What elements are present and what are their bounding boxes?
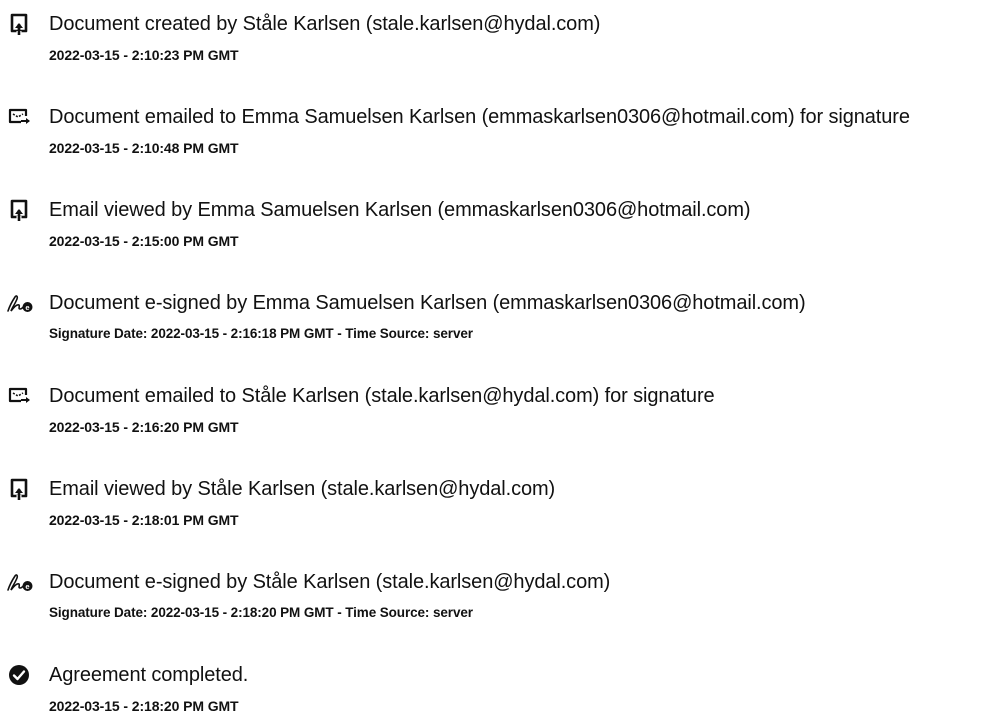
event-title: Email viewed by Emma Samuelsen Karlsen (… [49, 199, 751, 221]
event-signature-date: Signature Date: 2022-03-15 - 2:16:18 PM … [49, 326, 473, 341]
event-timestamp: 2022-03-15 - 2:18:20 PM GMT [49, 698, 239, 714]
audit-event: Email viewed by Emma Samuelsen Karlsen (… [0, 196, 991, 256]
event-title: Document created by Ståle Karlsen (stale… [49, 13, 601, 35]
audit-event: Document emailed to Ståle Karlsen (stale… [0, 382, 991, 442]
email-viewed-icon [4, 475, 34, 503]
svg-text:e: e [25, 303, 29, 312]
audit-event: Agreement completed. 2022-03-15 - 2:18:2… [0, 661, 991, 721]
audit-event: e Document e-signed by Emma Samuelsen Ka… [0, 289, 991, 349]
email-viewed-icon [4, 196, 34, 224]
event-timestamp: 2022-03-15 - 2:10:48 PM GMT [49, 140, 239, 156]
email-sent-icon [4, 382, 34, 410]
event-timestamp: 2022-03-15 - 2:15:00 PM GMT [49, 233, 239, 249]
e-signature-icon: e [4, 568, 34, 596]
event-title: Email viewed by Ståle Karlsen (stale.kar… [49, 478, 556, 500]
event-title: Document emailed to Ståle Karlsen (stale… [49, 385, 715, 407]
document-created-icon [4, 10, 34, 38]
event-timestamp: 2022-03-15 - 2:10:23 PM GMT [49, 47, 239, 63]
e-signature-icon: e [4, 289, 34, 317]
event-timestamp: 2022-03-15 - 2:18:01 PM GMT [49, 512, 239, 528]
agreement-completed-icon [4, 661, 34, 689]
audit-event: e Document e-signed by Ståle Karlsen (st… [0, 568, 991, 628]
event-title: Agreement completed. [49, 664, 249, 686]
email-sent-icon [4, 103, 34, 131]
event-signature-date: Signature Date: 2022-03-15 - 2:18:20 PM … [49, 605, 473, 620]
svg-text:e: e [25, 582, 29, 591]
audit-event: Document emailed to Emma Samuelsen Karls… [0, 103, 991, 163]
audit-event: Document created by Ståle Karlsen (stale… [0, 10, 991, 70]
event-title: Document emailed to Emma Samuelsen Karls… [49, 106, 910, 128]
event-timestamp: 2022-03-15 - 2:16:20 PM GMT [49, 419, 239, 435]
audit-event: Email viewed by Ståle Karlsen (stale.kar… [0, 475, 991, 535]
event-title: Document e-signed by Ståle Karlsen (stal… [49, 571, 611, 593]
event-title: Document e-signed by Emma Samuelsen Karl… [49, 292, 806, 314]
